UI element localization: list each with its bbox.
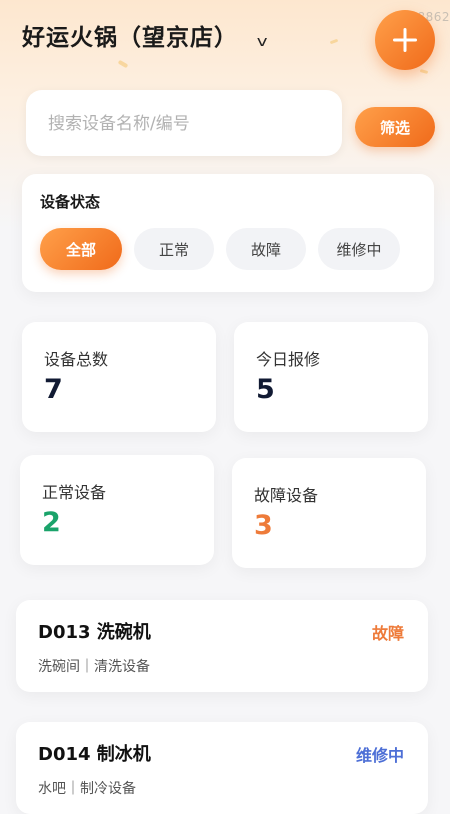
status-chip-normal[interactable]: 正常: [134, 228, 214, 270]
device-list-item[interactable]: D013 洗碗机 洗碗间｜清洗设备 故障: [16, 600, 428, 692]
stat-value: 7: [44, 374, 63, 405]
search-box: [26, 90, 342, 156]
filter-button[interactable]: 筛选: [355, 107, 435, 147]
stat-label: 设备总数: [44, 350, 109, 369]
stat-card-normal[interactable]: 正常设备 2: [20, 455, 214, 565]
store-name[interactable]: 好运火锅（望京店）: [22, 18, 238, 52]
stat-label: 故障设备: [254, 486, 319, 505]
device-name: D014 制冰机: [38, 744, 151, 765]
device-status-badge: 维修中: [355, 746, 404, 765]
stat-value: 2: [42, 507, 61, 538]
plus-icon: [393, 28, 417, 52]
chevron-down-icon[interactable]: v: [257, 34, 268, 50]
status-filter-title: 设备状态: [40, 193, 101, 211]
status-chip-all[interactable]: 全部: [40, 228, 122, 270]
stat-card-today-repairs[interactable]: 今日报修 5: [234, 322, 428, 432]
stat-label: 正常设备: [42, 483, 107, 502]
add-device-button[interactable]: [375, 10, 435, 70]
top-bar: 好运火锅（望京店） v ID:8862: [0, 0, 450, 80]
device-location-category: 洗碗间｜清洗设备: [38, 659, 150, 675]
device-location-category: 水吧｜制冷设备: [38, 781, 136, 797]
status-chip-fault[interactable]: 故障: [226, 228, 306, 270]
stat-value: 5: [256, 374, 275, 405]
device-name: D013 洗碗机: [38, 622, 151, 643]
search-input[interactable]: [46, 108, 330, 140]
status-filter-card: 设备状态 全部 正常 故障 维修中: [22, 174, 434, 292]
device-list-item[interactable]: D014 制冰机 水吧｜制冷设备 维修中: [16, 722, 428, 814]
stat-card-fault[interactable]: 故障设备 3: [232, 458, 426, 568]
stat-value: 3: [254, 510, 273, 541]
stat-card-total[interactable]: 设备总数 7: [22, 322, 216, 432]
device-status-badge: 故障: [371, 624, 404, 643]
status-chip-repairing[interactable]: 维修中: [318, 228, 400, 270]
stat-label: 今日报修: [256, 350, 321, 369]
